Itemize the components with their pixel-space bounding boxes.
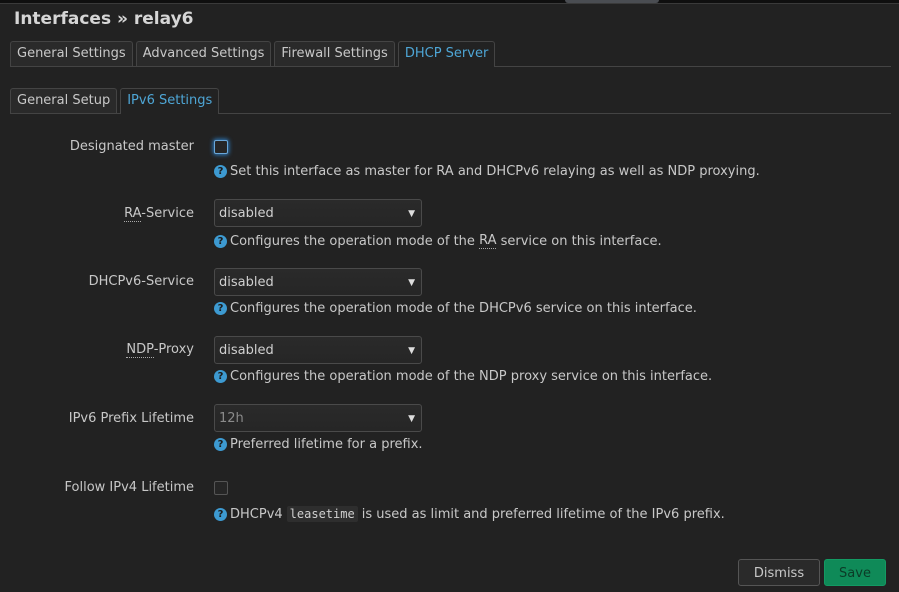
dropdown-arrow-icon: ▼ — [408, 278, 415, 288]
dhcpv6-service-label: DHCPv6-Service — [88, 274, 194, 289]
dhcpv6-service-value: disabled — [219, 275, 274, 290]
tab-dhcp-server[interactable]: DHCP Server — [397, 41, 496, 67]
dhcpv6-service-help: ? Configures the operation mode of the D… — [214, 301, 697, 316]
tab-general-setup[interactable]: General Setup — [10, 88, 118, 113]
leasetime-code: leasetime — [286, 506, 358, 522]
help-icon: ? — [214, 234, 227, 248]
dismiss-button[interactable]: Dismiss — [738, 559, 820, 586]
designated-master-checkbox[interactable] — [214, 140, 228, 154]
tab-firewall-settings[interactable]: Firewall Settings — [274, 41, 395, 66]
ndp-proxy-select[interactable]: disabled ▼ — [214, 336, 422, 364]
help-icon: ? — [214, 438, 227, 451]
main-tabs: General Settings Advanced Settings Firew… — [10, 41, 891, 67]
follow-ipv4-lifetime-help: ? DHCPv4 leasetime is used as limit and pr… — [214, 506, 725, 522]
save-button[interactable]: Save — [824, 559, 886, 586]
top-bar-handle — [565, 0, 659, 3]
ipv6-prefix-lifetime-help: ? Preferred lifetime for a prefix. — [214, 437, 423, 452]
top-bar — [0, 0, 899, 4]
ipv6-prefix-lifetime-select[interactable]: 12h ▼ — [214, 404, 422, 432]
ra-service-value: disabled — [219, 206, 274, 221]
dhcpv6-service-select[interactable]: disabled ▼ — [214, 268, 422, 296]
sub-tabs: General Setup IPv6 Settings — [10, 88, 891, 114]
page-title: Interfaces » relay6 — [14, 9, 194, 29]
tab-advanced-settings[interactable]: Advanced Settings — [135, 41, 272, 66]
ndp-proxy-label: NDP-Proxy — [126, 342, 194, 358]
ra-service-label: RA-Service — [124, 206, 194, 222]
tab-general-settings[interactable]: General Settings — [10, 41, 133, 66]
follow-ipv4-lifetime-label: Follow IPv4 Lifetime — [64, 480, 194, 495]
ra-service-select[interactable]: disabled ▼ — [214, 199, 422, 227]
help-icon: ? — [214, 165, 227, 178]
ndp-proxy-value: disabled — [219, 343, 274, 358]
dropdown-arrow-icon: ▼ — [408, 414, 415, 424]
tab-ipv6-settings[interactable]: IPv6 Settings — [120, 88, 220, 114]
ipv6-prefix-lifetime-label: IPv6 Prefix Lifetime — [68, 411, 194, 426]
dropdown-arrow-icon: ▼ — [408, 346, 415, 356]
ndp-proxy-help: ? Configures the operation mode of the N… — [214, 369, 712, 384]
help-icon: ? — [214, 302, 227, 315]
ipv6-prefix-lifetime-placeholder: 12h — [219, 411, 244, 426]
follow-ipv4-lifetime-checkbox[interactable] — [214, 481, 228, 495]
designated-master-help: ? Set this interface as master for RA an… — [214, 164, 760, 179]
dropdown-arrow-icon: ▼ — [408, 209, 415, 219]
help-icon: ? — [214, 507, 227, 521]
ra-service-help: ? Configures the operation mode of the R… — [214, 233, 662, 249]
designated-master-label: Designated master — [69, 139, 194, 154]
help-icon: ? — [214, 370, 227, 383]
